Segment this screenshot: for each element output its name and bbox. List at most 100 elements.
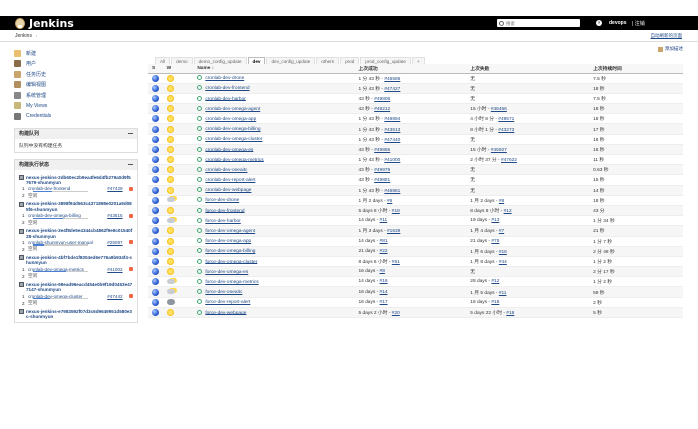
- job-link[interactable]: cronlab-dev-omega-es: [205, 147, 253, 152]
- blue-ball-status-icon[interactable]: [152, 166, 159, 174]
- blue-ball-status-icon[interactable]: [152, 145, 159, 153]
- weather-sun-icon[interactable]: [166, 176, 174, 184]
- last-failure-build-link[interactable]: #47622: [501, 158, 517, 163]
- job-link[interactable]: cronlab-dev-harbor: [205, 96, 246, 101]
- executor-node-name[interactable]: nexus-jenkins-4bf7bde1f8304ed6e776a9b934…: [26, 255, 133, 266]
- last-failure-build-link[interactable]: #43273: [498, 128, 514, 133]
- last-success-build-link[interactable]: #48212: [374, 107, 390, 112]
- last-success-build-link[interactable]: #47427: [384, 87, 400, 92]
- last-success-build-link[interactable]: #49979: [374, 168, 390, 173]
- build-queue-header[interactable]: 构建队列: [15, 128, 137, 139]
- col-name[interactable]: Name ↓: [197, 64, 359, 74]
- weather-sun-icon[interactable]: [166, 74, 174, 82]
- blue-ball-status-icon[interactable]: [152, 298, 159, 306]
- last-failure-build-link[interactable]: #12: [504, 209, 512, 214]
- col-weather[interactable]: W: [166, 64, 198, 74]
- blue-ball-status-icon[interactable]: [152, 186, 159, 194]
- job-link[interactable]: cronlab-dev-omega-billing: [205, 127, 260, 132]
- last-success-build-link[interactable]: #17: [380, 300, 388, 305]
- logout-link[interactable]: | 注销: [632, 20, 645, 27]
- weather-sun-icon[interactable]: [166, 227, 174, 235]
- last-success-build-link[interactable]: #43513: [384, 128, 400, 133]
- last-success-build-link[interactable]: #8: [380, 269, 385, 274]
- blue-ball-status-icon[interactable]: [152, 125, 159, 133]
- executor-node-name[interactable]: nexus-jenkins-3e4f8de5e4344cb4862f9e8c01…: [26, 228, 133, 239]
- executor-build-link[interactable]: #43515: [107, 213, 127, 218]
- view-tab[interactable]: demo: [171, 57, 193, 64]
- col-last-failure[interactable]: 上次失败: [470, 64, 594, 74]
- last-success-build-link[interactable]: #41000: [384, 158, 400, 163]
- blue-ball-status-icon[interactable]: [152, 176, 159, 184]
- job-link[interactable]: force-dev-frontend: [205, 208, 244, 213]
- weather-sun-icon[interactable]: [166, 186, 174, 194]
- executors-header[interactable]: 构建执行状态: [15, 159, 137, 170]
- weather-sun-icon[interactable]: [166, 125, 174, 133]
- view-tab[interactable]: prod_config_update: [360, 57, 411, 64]
- blue-ball-status-icon[interactable]: [152, 288, 159, 296]
- weather-sun-icon[interactable]: [166, 166, 174, 174]
- last-success-build-link[interactable]: #16: [380, 279, 388, 284]
- weather-sun-icon[interactable]: [166, 105, 174, 113]
- weather-sun-icon[interactable]: [166, 268, 174, 276]
- last-success-build-link[interactable]: #81: [380, 239, 388, 244]
- sidebar-task[interactable]: 编辑视图: [14, 80, 138, 91]
- last-failure-build-link[interactable]: #16: [499, 250, 507, 255]
- weather-sun-icon[interactable]: [166, 247, 174, 255]
- view-tab[interactable]: All: [155, 57, 171, 64]
- blue-ball-status-icon[interactable]: [152, 135, 159, 143]
- weather-sun-icon[interactable]: [166, 135, 174, 143]
- breadcrumb-arrow-icon[interactable]: ›: [36, 33, 37, 38]
- stop-build-icon[interactable]: [129, 267, 133, 272]
- sidebar-task[interactable]: 新建: [14, 48, 138, 59]
- blue-ball-status-icon[interactable]: [152, 196, 159, 204]
- last-success-build-link[interactable]: #11: [380, 218, 388, 223]
- blue-ball-status-icon[interactable]: [152, 156, 159, 164]
- job-link[interactable]: force-dev-report-alert: [205, 300, 250, 305]
- stop-build-icon[interactable]: [129, 240, 133, 245]
- last-failure-build-link[interactable]: #8: [499, 199, 504, 204]
- blue-ball-status-icon[interactable]: [152, 105, 159, 113]
- job-link[interactable]: cronlab-dev-report-alert: [205, 178, 255, 183]
- sidebar-task[interactable]: My Views: [14, 101, 138, 112]
- executor-build-link[interactable]: #47442: [107, 294, 127, 299]
- help-icon[interactable]: ?: [596, 20, 602, 26]
- blue-ball-status-icon[interactable]: [152, 74, 159, 82]
- weather-sun-icon[interactable]: [166, 115, 174, 123]
- stop-build-icon[interactable]: [129, 294, 133, 299]
- executor-build-link[interactable]: #25087: [107, 240, 127, 245]
- last-success-build-link[interactable]: #46586: [384, 77, 400, 82]
- last-failure-build-link[interactable]: #18: [491, 300, 499, 305]
- job-link[interactable]: force-dev-oneaitc: [205, 290, 242, 295]
- blue-ball-status-icon[interactable]: [152, 227, 159, 235]
- blue-ball-status-icon[interactable]: [152, 237, 159, 245]
- last-success-build-link[interactable]: #49894: [384, 117, 400, 122]
- last-failure-build-link[interactable]: #13: [491, 218, 499, 223]
- weather-sun-icon[interactable]: [166, 145, 174, 153]
- weather-sun-icon[interactable]: [166, 84, 174, 92]
- last-success-build-link[interactable]: #20: [392, 311, 400, 316]
- search-input[interactable]: [506, 20, 576, 26]
- sidebar-task[interactable]: 系统管理: [14, 90, 138, 101]
- last-success-build-link[interactable]: #22: [380, 249, 388, 254]
- collapse-icon[interactable]: [128, 132, 133, 134]
- weather-sun-icon[interactable]: [166, 94, 174, 102]
- job-link[interactable]: cronlab-dev-omega-app: [205, 117, 256, 122]
- sidebar-task[interactable]: 用户: [14, 59, 138, 70]
- last-success-build-link[interactable]: #49808: [374, 97, 390, 102]
- job-link[interactable]: force-dev-omega-billing: [205, 249, 255, 254]
- job-link[interactable]: force-dev-omega-agent: [205, 229, 255, 234]
- blue-ball-status-icon[interactable]: [152, 308, 159, 316]
- last-success-build-link[interactable]: #6: [387, 199, 392, 204]
- last-success-build-link[interactable]: #46881: [384, 189, 400, 194]
- job-link[interactable]: force-dev-drone: [205, 198, 239, 203]
- last-failure-build-link[interactable]: #49571: [498, 117, 514, 122]
- executor-node-name[interactable]: nexus-jenkins-2db60ec2b9ea4fe6d4fb279a0d…: [26, 175, 133, 186]
- job-link[interactable]: cronlab-dev-omega-metrics: [205, 157, 263, 162]
- last-success-build-link[interactable]: #1639: [387, 229, 400, 234]
- executor-node-name[interactable]: nexus-jenkins-e7983592f07d3c6d9649951d58…: [26, 309, 133, 320]
- user-link[interactable]: devops: [609, 20, 627, 26]
- last-success-build-link[interactable]: #49881: [374, 178, 390, 183]
- last-failure-build-link[interactable]: #18: [506, 311, 514, 316]
- last-failure-build-link[interactable]: #46456: [491, 107, 507, 112]
- job-link[interactable]: force-dev-webpage: [205, 310, 246, 315]
